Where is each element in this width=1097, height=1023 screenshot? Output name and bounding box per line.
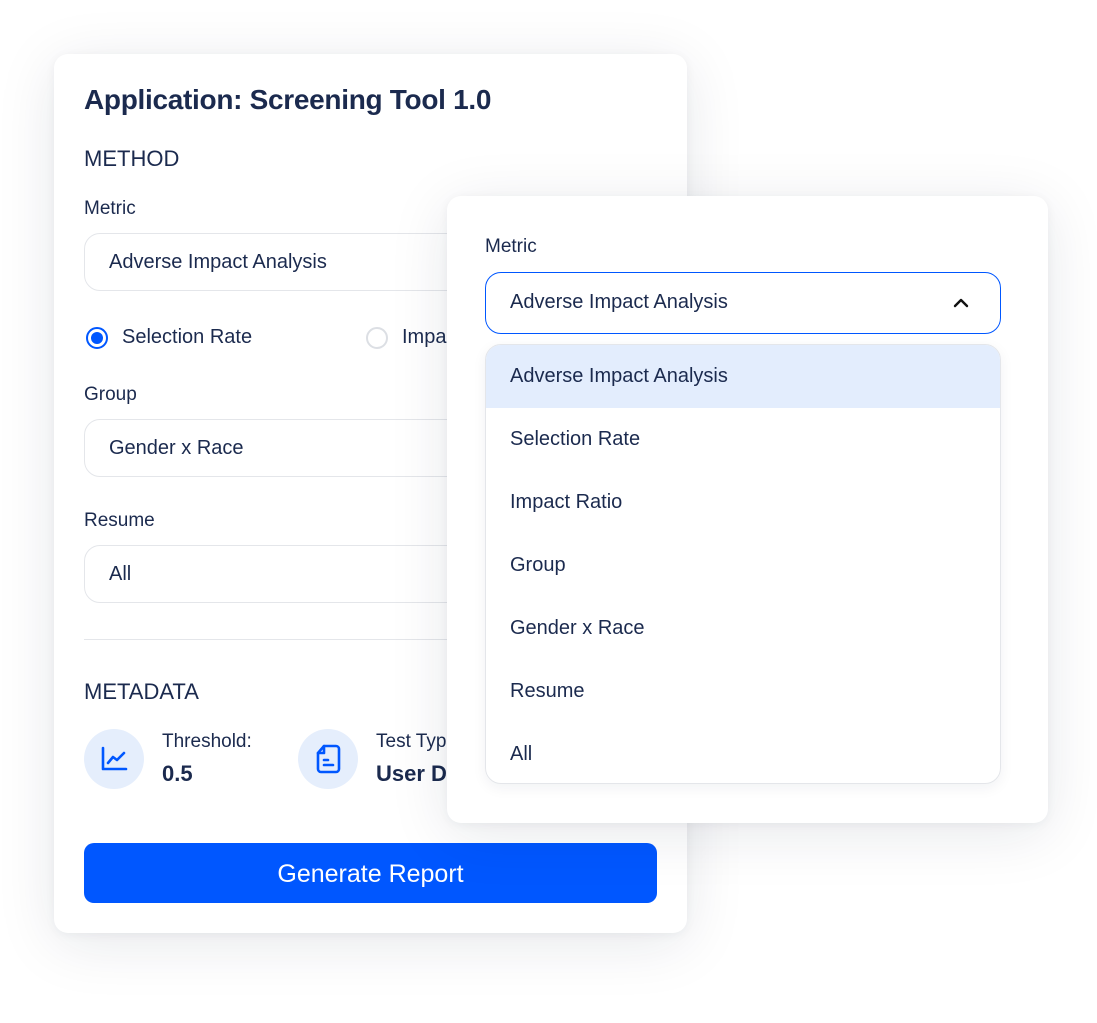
radio-unchecked-icon[interactable]	[366, 326, 388, 349]
group-label: Group	[84, 384, 137, 405]
radio-label: Selection Rate	[122, 326, 253, 348]
dropdown-option[interactable]: Group	[486, 534, 1000, 597]
generate-report-button[interactable]: Generate Report	[84, 843, 657, 903]
resume-label: Resume	[84, 510, 155, 531]
radio-checked-icon[interactable]	[86, 326, 108, 349]
dropdown-option[interactable]: Resume	[486, 660, 1000, 723]
dropdown-options-list: Adverse Impact Analysis Selection Rate I…	[485, 344, 1001, 784]
dropdown-option[interactable]: All	[486, 723, 1000, 783]
threshold-label: Threshold:	[162, 731, 252, 752]
radio-label: Impa	[402, 326, 447, 348]
document-icon	[298, 729, 358, 789]
chevron-up-icon[interactable]	[950, 292, 972, 314]
dropdown-option[interactable]: Adverse Impact Analysis	[486, 345, 1000, 408]
method-section-title: METHOD	[84, 146, 180, 171]
radio-selection-rate[interactable]: Selection Rate	[86, 326, 252, 349]
metric-dropdown-card: Metric Adverse Impact Analysis Adverse I…	[447, 196, 1048, 823]
dropdown-metric-label: Metric	[485, 236, 537, 257]
dropdown-option[interactable]: Selection Rate	[486, 408, 1000, 471]
line-chart-icon	[84, 729, 144, 789]
test-type-label: Test Typ	[376, 731, 447, 752]
page-title: Application: Screening Tool 1.0	[84, 84, 492, 115]
radio-impact-ratio[interactable]: Impa	[366, 326, 446, 349]
dropdown-metric-select[interactable]: Adverse Impact Analysis	[485, 272, 1001, 334]
test-type-value: User D	[376, 761, 447, 786]
dropdown-selected-value: Adverse Impact Analysis	[510, 291, 728, 313]
dropdown-option[interactable]: Impact Ratio	[486, 471, 1000, 534]
threshold-value: 0.5	[162, 761, 193, 786]
metric-label: Metric	[84, 198, 136, 219]
dropdown-option[interactable]: Gender x Race	[486, 597, 1000, 660]
metadata-section-title: METADATA	[84, 679, 199, 704]
